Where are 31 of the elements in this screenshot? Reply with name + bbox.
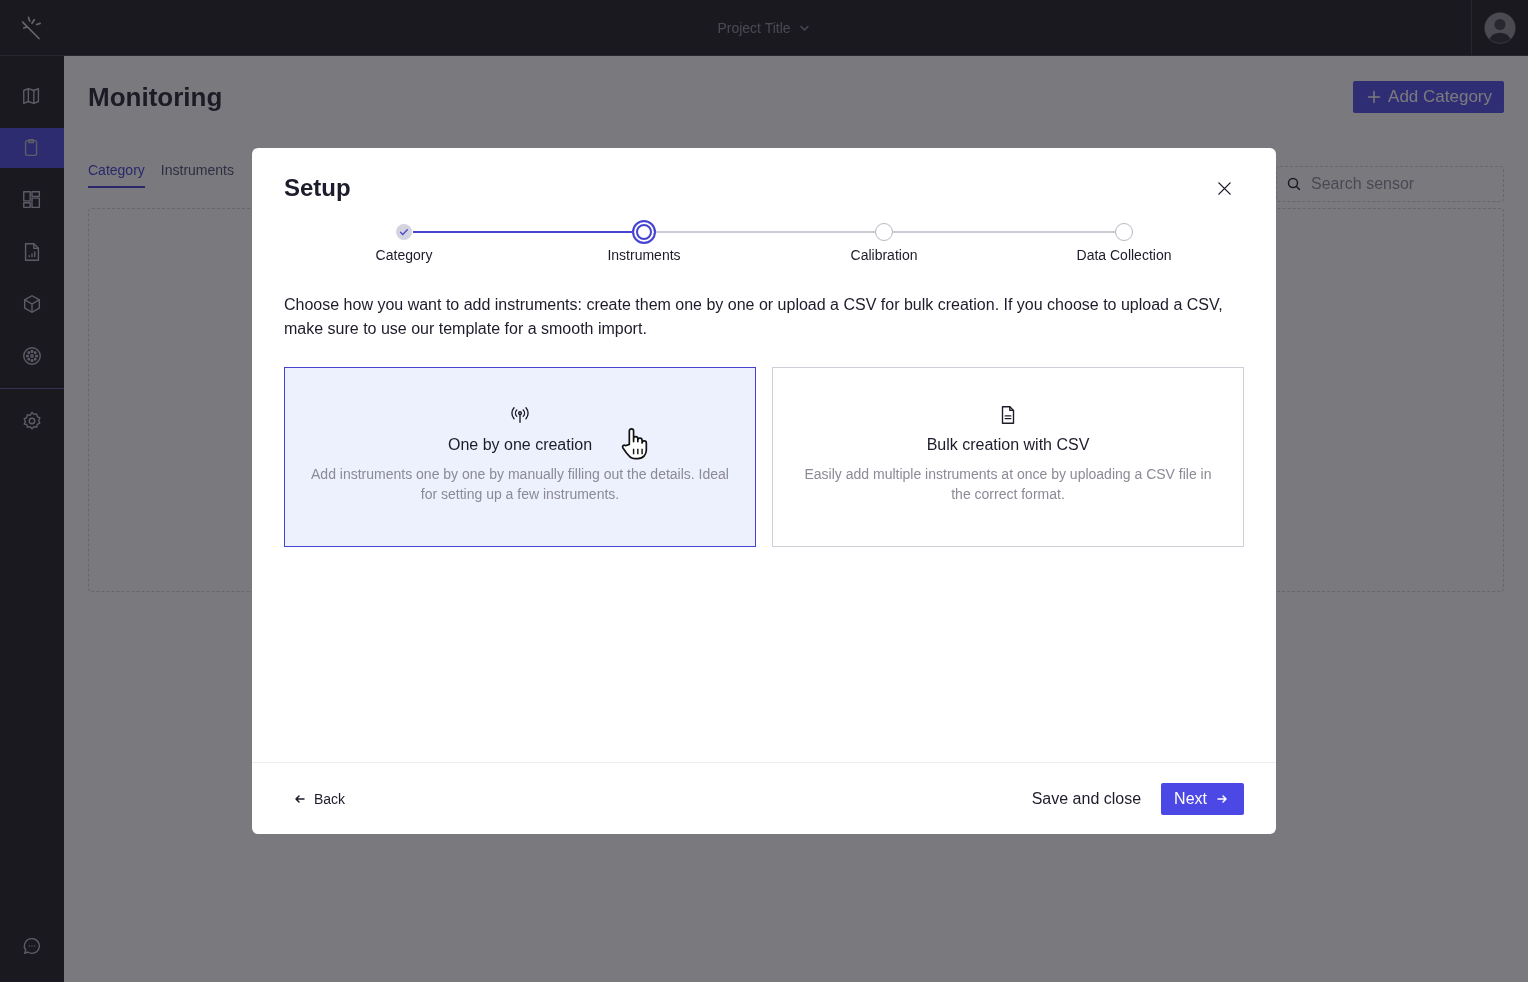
step-label: Calibration	[850, 247, 918, 263]
step-label: Instruments	[607, 247, 681, 263]
option-description: Add instruments one by one by manually filling out the details. Ideal for setting up a few instruments.	[310, 465, 730, 504]
step-label: Category	[375, 247, 433, 263]
settings-icon	[21, 410, 43, 432]
step-label: Data Collection	[1076, 247, 1172, 263]
dashboard-icon	[21, 189, 43, 211]
dialog-title: Setup	[284, 174, 351, 202]
option-card[interactable]: One by one creation Add instruments one by one by manually filling out the details. Ideal for setting up a few instruments.	[284, 367, 756, 547]
nav-item[interactable]	[0, 128, 64, 168]
avatar-icon[interactable]	[1484, 11, 1516, 44]
option-title: One by one creation	[447, 436, 593, 454]
page-title: Monitoring	[88, 81, 223, 113]
arrow-left-icon	[294, 792, 306, 805]
back-button[interactable]: Back	[294, 790, 346, 807]
next-button[interactable]: Next	[1161, 782, 1244, 815]
tab[interactable]: Instruments	[160, 162, 234, 188]
dialog-description: Choose how you want to add instruments: create them one by one or upload a CSV for bulk creation. If you choose to upload a CSV, make sure to use our template for a smooth import.	[284, 295, 1224, 339]
option-card[interactable]: Bulk creation with CSV Easily add multiple instruments at once by uploading a CSV file in the correct format.	[772, 367, 1244, 547]
hand-cursor-icon	[619, 426, 650, 460]
reel-icon	[21, 345, 43, 367]
save-and-close-button[interactable]: Save and close	[1031, 789, 1142, 808]
chat-icon	[21, 935, 43, 957]
antenna-icon	[509, 404, 531, 426]
plus-icon	[1367, 90, 1382, 104]
option-description: Easily add multiple instruments at once by uploading a CSV file in the correct format.	[803, 465, 1213, 504]
option-title: Bulk creation with CSV	[926, 436, 1090, 454]
tab[interactable]: Category	[88, 162, 145, 188]
close-icon	[1216, 180, 1232, 196]
cube-icon	[21, 293, 43, 315]
arrow-right-icon	[1216, 792, 1228, 805]
